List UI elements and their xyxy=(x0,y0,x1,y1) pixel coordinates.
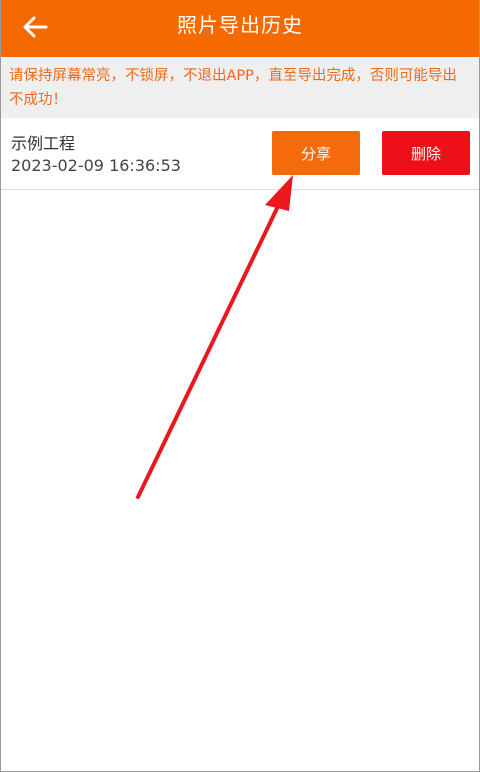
export-timestamp: 2023-02-09 16:36:53 xyxy=(11,156,181,175)
app-screen: 照片导出历史 请保持屏幕常亮，不锁屏，不退出APP，直至导出完成，否则可能导出不… xyxy=(0,0,480,772)
back-button[interactable] xyxy=(15,9,55,45)
page-title: 照片导出历史 xyxy=(177,13,303,37)
delete-button[interactable]: 删除 xyxy=(382,131,470,175)
arrow-left-icon xyxy=(23,16,48,38)
project-name: 示例工程 xyxy=(11,134,76,153)
list-item: 示例工程 2023-02-09 16:36:53 分享 删除 xyxy=(1,118,479,190)
app-header: 照片导出历史 xyxy=(1,0,479,57)
share-button[interactable]: 分享 xyxy=(272,131,360,175)
export-warning-notice: 请保持屏幕常亮，不锁屏，不退出APP，直至导出完成，否则可能导出不成功！ xyxy=(1,57,479,118)
